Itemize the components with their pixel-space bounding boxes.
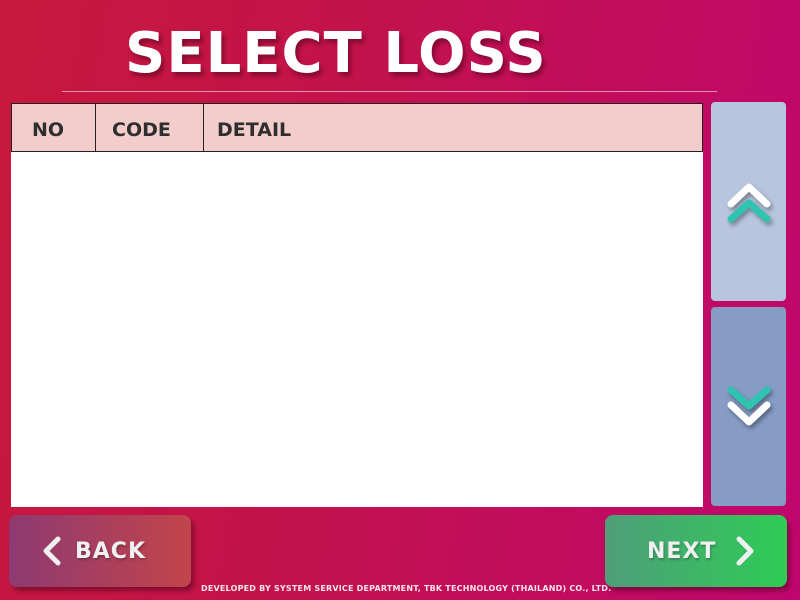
column-header-detail[interactable]: DETAIL (204, 104, 702, 151)
chevron-left-icon (43, 536, 61, 566)
double-chevron-up-icon (727, 183, 770, 222)
table-body[interactable] (11, 152, 703, 507)
column-header-code[interactable]: CODE (96, 104, 204, 151)
double-chevron-down-icon (727, 386, 770, 425)
next-button-label: NEXT (647, 538, 717, 564)
scroll-down-button[interactable] (711, 307, 786, 506)
title-divider (62, 91, 717, 92)
footer-credit: DEVELOPED BY SYSTEM SERVICE DEPARTMENT, … (201, 584, 612, 593)
chevron-right-icon (736, 536, 754, 566)
back-button[interactable]: BACK (9, 515, 191, 587)
back-button-label: BACK (75, 538, 146, 564)
page-title: SELECT LOSS (125, 21, 547, 86)
table-header: NO CODE DETAIL (11, 103, 703, 152)
next-button[interactable]: NEXT (605, 515, 787, 587)
scroll-up-button[interactable] (711, 102, 786, 301)
loss-table: NO CODE DETAIL (11, 103, 703, 507)
column-header-no[interactable]: NO (12, 104, 96, 151)
